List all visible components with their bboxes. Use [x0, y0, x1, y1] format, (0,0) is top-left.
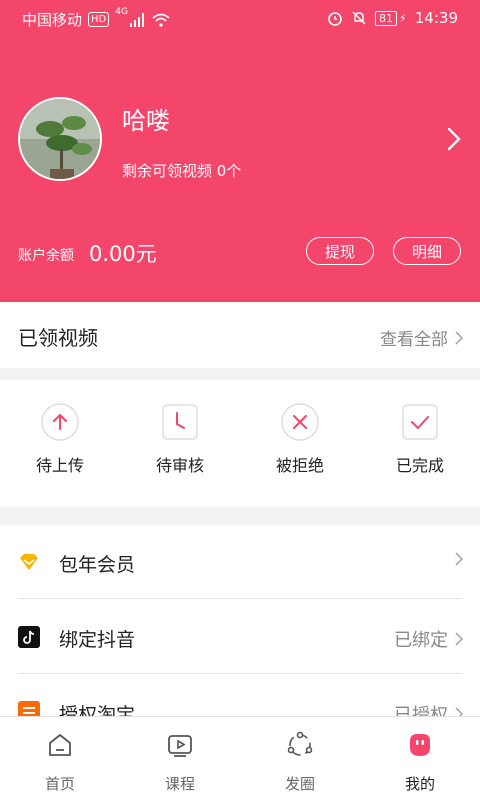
battery-level: 81 [375, 10, 398, 26]
bottom-tab-bar: 首页 课程 发圈 我的 [0, 716, 480, 800]
mute-icon [352, 11, 366, 25]
list-item-value: 已授权 [394, 705, 448, 716]
tiktok-icon [18, 626, 40, 648]
tab-share[interactable]: 发圈 [260, 731, 340, 794]
share-circle-icon [287, 731, 313, 756]
balance-label: 账户余额 [18, 248, 74, 264]
status-label: 被拒绝 [275, 456, 324, 475]
view-all-label: 查看全部 [380, 330, 448, 350]
tab-label: 发圈 [284, 775, 315, 793]
charging-icon: ⚡ [399, 11, 407, 25]
avatar-image [20, 99, 100, 179]
status-pending-upload[interactable]: 待上传 [15, 402, 105, 476]
status-bar: 中国移动 HD 4G 81 ⚡ 14:39 [0, 0, 480, 38]
status-rejected[interactable]: 被拒绝 [255, 402, 345, 476]
diamond-icon [20, 554, 38, 570]
network-type: 4G [115, 7, 128, 17]
list-item-label: 包年会员 [59, 554, 136, 576]
status-pending-review[interactable]: 待审核 [135, 402, 225, 476]
status-completed[interactable]: 已完成 [375, 402, 465, 476]
status-label: 待审核 [155, 456, 204, 475]
account-options-list: 包年会员 绑定抖音 已绑定 授权淘宝 已授权 [0, 525, 480, 716]
withdraw-button[interactable]: 提现 [306, 237, 374, 265]
wifi-icon [152, 13, 170, 27]
upload-icon [41, 403, 79, 441]
close-icon [281, 403, 319, 441]
tab-label: 首页 [44, 775, 75, 793]
list-item-authorize-taobao[interactable]: 授权淘宝 已授权 [0, 675, 480, 716]
home-icon [49, 734, 71, 756]
alarm-icon [328, 12, 342, 26]
carrier-name: 中国移动 [22, 11, 83, 29]
detail-button[interactable]: 明细 [393, 237, 461, 265]
claimed-videos-title: 已领视频 [18, 326, 98, 350]
tab-profile[interactable]: 我的 [380, 731, 460, 794]
hd-badge: HD [88, 12, 110, 27]
profile-header: 中国移动 HD 4G 81 ⚡ 14:39 哈喽 剩余可领视频 0个 账户余额 … [0, 0, 480, 302]
chevron-right-icon [455, 330, 464, 345]
chevron-right-icon [455, 552, 464, 566]
chevron-right-icon [455, 632, 464, 646]
remaining-videos: 剩余可领视频 0个 [122, 162, 242, 180]
username: 哈喽 [122, 107, 170, 135]
status-label: 已完成 [395, 456, 444, 475]
chevron-right-icon [455, 707, 464, 716]
taobao-icon [18, 701, 40, 716]
divider [18, 673, 462, 674]
tab-label: 课程 [164, 775, 195, 793]
clock-time: 14:39 [414, 9, 458, 27]
check-icon [402, 404, 438, 440]
clock-icon [162, 404, 198, 440]
profile-icon [410, 734, 430, 756]
video-icon [168, 735, 192, 757]
signal-icon [129, 12, 144, 27]
status-label: 待上传 [35, 456, 84, 475]
chevron-right-icon[interactable] [446, 126, 462, 152]
list-item-annual-membership[interactable]: 包年会员 [0, 525, 480, 599]
tab-courses[interactable]: 课程 [140, 731, 220, 794]
view-all-link[interactable]: 查看全部 [380, 325, 464, 350]
list-item-label: 授权淘宝 [59, 704, 136, 716]
avatar[interactable] [18, 97, 102, 181]
list-item-bind-douyin[interactable]: 绑定抖音 已绑定 [0, 600, 480, 674]
list-item-label: 绑定抖音 [59, 629, 136, 651]
tab-home[interactable]: 首页 [20, 731, 100, 794]
video-status-grid: 待上传 待审核 被拒绝 已完成 [0, 380, 480, 507]
divider [18, 598, 462, 599]
tab-label: 我的 [404, 775, 435, 793]
list-item-value: 已绑定 [394, 630, 448, 651]
claimed-videos-header: 已领视频 查看全部 [0, 302, 480, 368]
balance-value: 0.00元 [89, 242, 157, 266]
